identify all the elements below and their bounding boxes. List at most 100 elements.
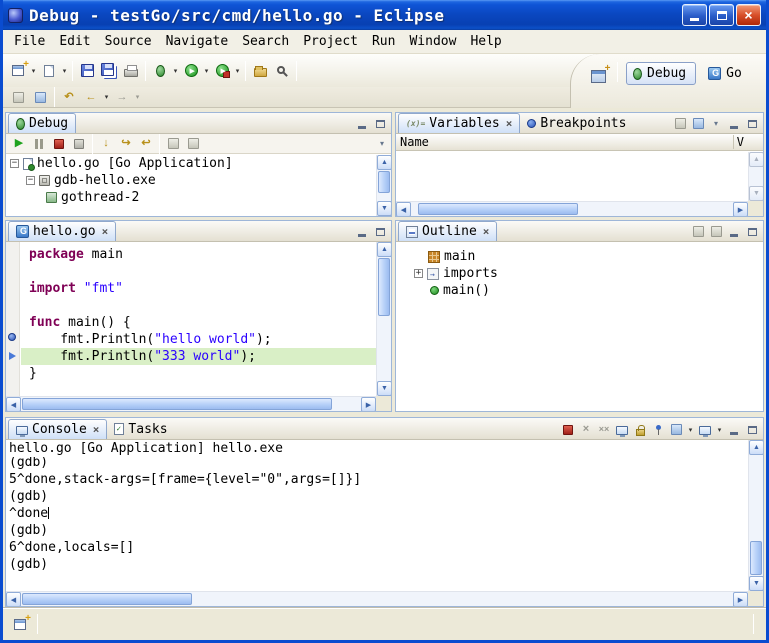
minimize-button[interactable]	[682, 4, 707, 26]
scroll-right-icon[interactable]: ▶	[733, 592, 748, 606]
tab-variables[interactable]: (x)= Variables ×	[398, 113, 520, 133]
step-return-button[interactable]: ↩	[136, 135, 156, 153]
print-button[interactable]	[120, 59, 142, 83]
scroll-down-icon[interactable]: ▼	[749, 576, 763, 591]
open-perspective-button[interactable]	[587, 62, 609, 86]
expander-icon[interactable]: −	[10, 159, 19, 168]
forward-dropdown-icon[interactable]: ▾	[133, 93, 142, 101]
variables-scrollbar-vertical[interactable]: ▲ ▼	[748, 152, 763, 201]
pin-console-button[interactable]	[650, 422, 666, 437]
menu-help[interactable]: Help	[463, 31, 508, 52]
view-menu-icon[interactable]: ▾	[708, 116, 724, 131]
open-console-button[interactable]	[697, 422, 713, 437]
tree-item-process[interactable]: − gdb-hello.exe	[6, 172, 391, 189]
scroll-right-icon[interactable]: ▶	[733, 202, 748, 216]
open-task-button[interactable]	[249, 59, 271, 83]
scrollbar-thumb[interactable]	[378, 258, 390, 316]
scroll-left-icon[interactable]: ◀	[6, 397, 21, 411]
new-go-file-dropdown-icon[interactable]: ▾	[60, 67, 69, 75]
clear-console-button[interactable]	[614, 422, 630, 437]
minimize-view-icon[interactable]	[726, 224, 742, 239]
external-tools-button[interactable]	[211, 59, 233, 83]
scroll-left-icon[interactable]: ◀	[6, 592, 21, 606]
close-tab-icon[interactable]: ×	[483, 226, 490, 237]
minimize-view-icon[interactable]	[726, 422, 742, 437]
close-button[interactable]: ×	[736, 4, 761, 26]
drop-to-frame-button[interactable]	[163, 135, 183, 153]
open-console-dropdown-icon[interactable]: ▾	[715, 426, 724, 437]
expander-icon[interactable]: +	[414, 269, 423, 278]
save-all-button[interactable]	[98, 59, 120, 83]
maximize-view-icon[interactable]	[744, 224, 760, 239]
menu-project[interactable]: Project	[296, 31, 365, 52]
scrollbar-thumb[interactable]	[22, 593, 192, 605]
scroll-down-icon[interactable]: ▼	[749, 186, 763, 201]
close-tab-icon[interactable]: ×	[93, 424, 100, 435]
maximize-view-icon[interactable]	[372, 224, 388, 239]
perspective-debug-button[interactable]: Debug	[626, 62, 696, 85]
resume-button[interactable]: ▶	[9, 135, 29, 153]
step-into-button[interactable]: ↓	[96, 135, 116, 153]
menu-search[interactable]: Search	[235, 31, 296, 52]
terminate-button[interactable]	[49, 135, 69, 153]
perspective-go-button[interactable]: Go	[701, 62, 752, 85]
column-value[interactable]: V	[733, 135, 747, 149]
sort-button[interactable]	[690, 224, 706, 239]
debug-launch-button[interactable]	[149, 59, 171, 83]
tab-tasks[interactable]: Tasks	[107, 419, 174, 439]
use-step-filters-button[interactable]	[183, 135, 203, 153]
scroll-left-icon[interactable]: ◀	[396, 202, 411, 216]
outline-item-imports[interactable]: + imports	[396, 265, 763, 282]
back-dropdown-icon[interactable]: ▾	[102, 93, 111, 101]
maximize-button[interactable]	[709, 4, 734, 26]
scroll-down-icon[interactable]: ▼	[377, 201, 391, 216]
menu-edit[interactable]: Edit	[52, 31, 97, 52]
minimize-view-icon[interactable]	[354, 116, 370, 131]
toggle-breadcrumb-button[interactable]	[29, 88, 51, 106]
menu-run[interactable]: Run	[365, 31, 402, 52]
debug-launch-dropdown-icon[interactable]: ▾	[171, 67, 180, 75]
maximize-view-icon[interactable]	[744, 116, 760, 131]
variables-scrollbar-horizontal[interactable]: ◀ ▶	[396, 201, 748, 216]
console-scrollbar-vertical[interactable]: ▲ ▼	[748, 440, 763, 591]
debug-tree[interactable]: − hello.go [Go Application] − gdb-hello.…	[6, 155, 391, 216]
back-button[interactable]: ←	[80, 88, 102, 106]
debug-scrollbar-vertical[interactable]: ▲ ▼	[376, 155, 391, 216]
scroll-right-icon[interactable]: ▶	[361, 397, 376, 411]
scroll-lock-button[interactable]	[632, 422, 648, 437]
menu-window[interactable]: Window	[402, 31, 463, 52]
display-selected-console-button[interactable]	[668, 422, 684, 437]
annotation-ruler[interactable]	[6, 242, 20, 396]
external-tools-dropdown-icon[interactable]: ▾	[233, 67, 242, 75]
close-tab-icon[interactable]: ×	[102, 226, 109, 237]
column-name[interactable]: Name	[400, 135, 429, 149]
toggle-mark-occurrences-button[interactable]	[7, 88, 29, 106]
show-type-names-button[interactable]	[672, 116, 688, 131]
new-wizard-button[interactable]	[7, 59, 29, 83]
scrollbar-thumb[interactable]	[418, 203, 578, 215]
expander-icon[interactable]: −	[26, 176, 35, 185]
scroll-up-icon[interactable]: ▲	[377, 242, 391, 257]
tab-breakpoints[interactable]: Breakpoints	[520, 113, 633, 133]
menu-file[interactable]: File	[7, 31, 52, 52]
scroll-up-icon[interactable]: ▲	[749, 440, 763, 455]
scroll-up-icon[interactable]: ▲	[749, 152, 763, 167]
view-menu-icon[interactable]: ▾	[380, 139, 384, 148]
disconnect-button[interactable]	[69, 135, 89, 153]
scroll-up-icon[interactable]: ▲	[377, 155, 391, 170]
code-editor[interactable]: package main import "fmt" func main() { …	[21, 242, 376, 396]
tab-hello-go[interactable]: hello.go ×	[8, 221, 116, 241]
display-console-dropdown-icon[interactable]: ▾	[686, 426, 695, 437]
suspend-button[interactable]	[29, 135, 49, 153]
remove-all-launches-button[interactable]: ××	[596, 422, 612, 437]
tab-console[interactable]: Console ×	[8, 419, 107, 439]
tab-outline[interactable]: Outline ×	[398, 221, 497, 241]
terminate-console-button[interactable]	[560, 422, 576, 437]
tree-item-launch[interactable]: − hello.go [Go Application]	[6, 155, 391, 172]
save-button[interactable]	[76, 59, 98, 83]
run-launch-button[interactable]	[180, 59, 202, 83]
outline-item-package[interactable]: main	[396, 248, 763, 265]
console-output[interactable]: hello.go [Go Application] hello.exe (gdb…	[6, 440, 748, 591]
editor-scrollbar-vertical[interactable]: ▲ ▼	[376, 242, 391, 396]
new-go-file-button[interactable]	[38, 59, 60, 83]
